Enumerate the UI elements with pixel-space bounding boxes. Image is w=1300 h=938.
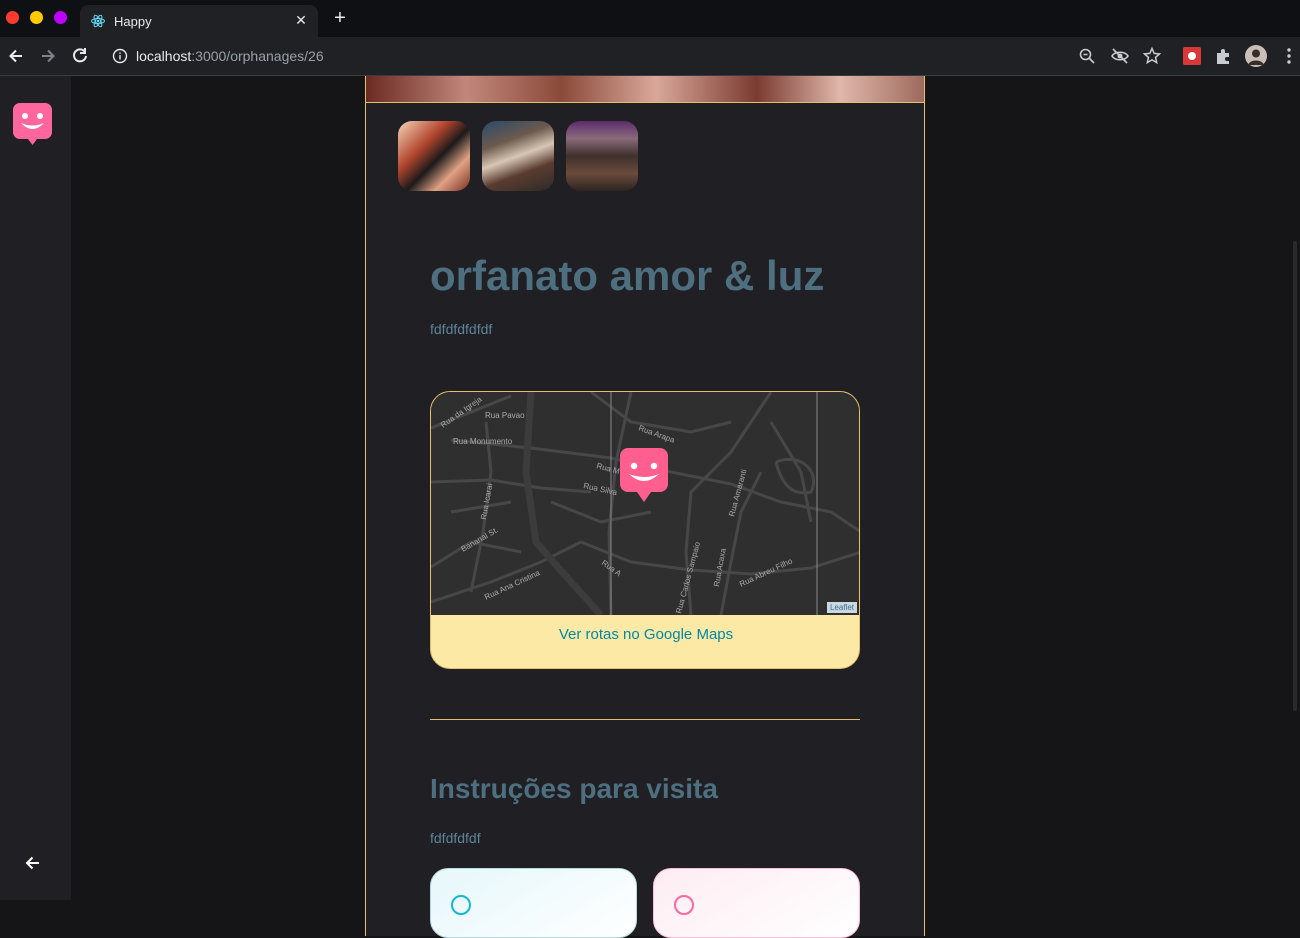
forward-arrow-icon[interactable]: [37, 45, 59, 67]
menu-icon[interactable]: [1278, 45, 1300, 67]
orphanage-details-card: orfanato amor & luz fdfdfdfdfdf Rua da I…: [365, 76, 925, 938]
new-tab-button[interactable]: +: [330, 8, 350, 28]
browser-tab-bar: Happy ✕ +: [0, 0, 1300, 37]
minimize-window-button[interactable]: [30, 11, 43, 24]
tab-title: Happy: [114, 14, 152, 29]
extension-icon[interactable]: [1181, 45, 1203, 67]
zoom-icon[interactable]: [1076, 45, 1098, 67]
orphanage-name: orfanato amor & luz: [430, 252, 825, 299]
url-text: localhost:3000/orphanages/26: [136, 48, 324, 64]
svg-text:Rua Monumento: Rua Monumento: [453, 437, 513, 446]
star-icon[interactable]: [1141, 45, 1163, 67]
back-arrow-icon[interactable]: [22, 852, 44, 874]
divider: [430, 719, 860, 720]
gallery-thumbnail[interactable]: [566, 121, 638, 191]
google-maps-link[interactable]: Ver rotas no Google Maps: [431, 626, 859, 643]
browser-toolbar: localhost:3000/orphanages/26: [0, 37, 1300, 76]
hero-image: [366, 76, 924, 103]
address-bar[interactable]: localhost:3000/orphanages/26: [104, 42, 1274, 70]
map-attribution[interactable]: Leaflet: [826, 602, 857, 613]
gallery-thumbnail[interactable]: [398, 121, 470, 191]
map[interactable]: Rua da Igreja Rua Pavao Rua Monumento Ru…: [431, 392, 860, 615]
info-icon[interactable]: [112, 48, 128, 64]
clock-icon: [451, 895, 471, 915]
opening-hours-card: [430, 868, 637, 938]
info-circle-icon: [674, 895, 694, 915]
browser-tab[interactable]: Happy ✕: [80, 5, 318, 37]
eye-off-icon[interactable]: [1109, 45, 1131, 67]
svg-text:Rua Pavao: Rua Pavao: [485, 411, 525, 420]
map-container: Rua da Igreja Rua Pavao Rua Monumento Ru…: [430, 391, 860, 669]
weekend-info-card: [653, 868, 860, 938]
close-tab-icon[interactable]: ✕: [292, 11, 310, 29]
scrollbar-thumb[interactable]: [1293, 241, 1297, 711]
happy-logo-icon[interactable]: [12, 102, 53, 146]
maximize-window-button[interactable]: [54, 11, 67, 24]
react-icon: [90, 13, 106, 29]
instructions-text: fdfdfdfdf: [430, 830, 481, 846]
profile-icon[interactable]: [1244, 44, 1268, 68]
close-window-button[interactable]: [6, 11, 19, 24]
instructions-title: Instruções para visita: [430, 773, 718, 804]
sidebar: [0, 76, 71, 900]
gallery-thumbnail[interactable]: [482, 121, 554, 191]
back-arrow-icon[interactable]: [5, 45, 27, 67]
reload-icon[interactable]: [69, 45, 91, 67]
page-scrollbar[interactable]: [1290, 76, 1300, 900]
orphanage-about: fdfdfdfdfdf: [430, 321, 493, 337]
puzzle-icon[interactable]: [1213, 45, 1235, 67]
